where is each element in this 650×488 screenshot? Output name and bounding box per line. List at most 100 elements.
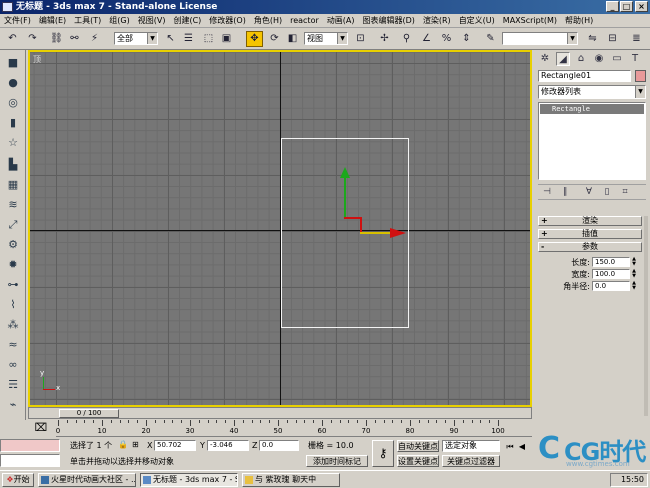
star-icon[interactable]: ☆ [4, 134, 22, 151]
reference-coordinate-dropdown[interactable]: 视图 ▼ [304, 32, 348, 45]
maxscript-output-field[interactable] [0, 454, 60, 467]
link-chain-icon[interactable]: ∞ [4, 356, 22, 373]
layer-manager-icon[interactable]: ≣ [628, 31, 645, 47]
clock[interactable]: 15:50 [621, 475, 644, 484]
rollout-rendering[interactable]: + 渲染 [538, 216, 642, 226]
motion-tab-icon[interactable]: ◉ [592, 52, 606, 66]
hierarchy-tab-icon[interactable]: ⌂ [574, 52, 588, 66]
menu-graph-editors[interactable]: 图表编辑器(D) [358, 14, 418, 27]
x-coordinate-field[interactable]: 50.702 [154, 440, 196, 451]
menu-group[interactable]: 组(G) [105, 14, 133, 27]
menu-file[interactable]: 文件(F) [0, 14, 35, 27]
display-tab-icon[interactable]: ▭ [610, 52, 624, 66]
auto-key-button[interactable]: 自动关键点 [397, 440, 439, 452]
menu-modifiers[interactable]: 修改器(O) [205, 14, 250, 27]
configure-sets-icon[interactable]: ⌗ [618, 186, 632, 199]
length-input[interactable]: 150.0 [592, 257, 630, 267]
cylinder-icon[interactable]: ▮ [4, 114, 22, 131]
key-mode-dropdown[interactable]: 选定对象 [442, 440, 500, 452]
menu-reactor[interactable]: reactor [286, 14, 323, 27]
task-3dsmax[interactable]: 无标题 - 3ds max 7 - St... [140, 473, 238, 487]
modifier-stack[interactable]: Rectangle [538, 102, 646, 180]
create-tab-icon[interactable]: ✲ [538, 52, 552, 66]
width-spinner[interactable]: ▲ ▼ [631, 269, 637, 279]
set-key-button[interactable]: 设置关键点 [397, 455, 439, 467]
panel-scrollbar[interactable] [644, 216, 648, 416]
y-coordinate-field[interactable]: -3.046 [207, 440, 249, 451]
bone-icon[interactable]: ⤢ [4, 216, 22, 233]
select-by-name-icon[interactable]: ☰ [180, 31, 197, 47]
manipulate-icon[interactable]: ✢ [376, 31, 393, 47]
stack-item-rectangle[interactable]: Rectangle [540, 104, 644, 114]
link-icon[interactable]: ⛓ [48, 31, 65, 47]
space-warp-icon[interactable]: ⊶ [4, 276, 22, 293]
task-chat[interactable]: 与 紫玫瑰 聊天中 [242, 473, 340, 487]
track-bar-icon[interactable]: ⌧ [30, 421, 52, 435]
particle-icon[interactable]: ⁂ [4, 316, 22, 333]
arrow-up-icon[interactable] [340, 167, 350, 178]
lock-selection-icon[interactable]: 🔒 [118, 440, 128, 450]
remove-modifier-icon[interactable]: ▯ [600, 186, 614, 199]
select-and-scale-icon[interactable]: ◧ [284, 31, 301, 47]
window-crossing-icon[interactable]: ▣ [218, 31, 235, 47]
key-filters-button[interactable]: 关键点过滤器 [442, 455, 500, 467]
rollout-parameters[interactable]: - 参数 [538, 242, 642, 252]
bind-space-warp-icon[interactable]: ⚡ [86, 31, 103, 47]
undo-icon[interactable]: ↶ [4, 31, 21, 47]
menu-views[interactable]: 视图(V) [134, 14, 170, 27]
menu-create[interactable]: 创建(C) [169, 14, 205, 27]
task-forum[interactable]: 火星时代动画大社区 - ... [38, 473, 136, 487]
z-coordinate-field[interactable]: 0.0 [259, 440, 299, 451]
show-end-result-icon[interactable]: ∥ [558, 186, 572, 199]
object-name-field[interactable]: Rectangle01 [538, 70, 631, 82]
wind-icon[interactable]: ☴ [4, 376, 22, 393]
menu-animation[interactable]: 动画(A) [323, 14, 359, 27]
named-selection-icon[interactable]: ✎ [482, 31, 499, 47]
length-spinner[interactable]: ▲ ▼ [631, 257, 637, 267]
stack-icon[interactable]: ≋ [4, 196, 22, 213]
select-object-icon[interactable]: ↖ [162, 31, 179, 47]
rect-selection-region-icon[interactable]: ⬚ [200, 31, 217, 47]
key-icon[interactable]: ⚷ [372, 440, 394, 467]
time-slider[interactable]: 0 / 100 [28, 407, 532, 419]
width-input[interactable]: 100.0 [592, 269, 630, 279]
add-time-tag-button[interactable]: 添加时间标记 [306, 455, 368, 467]
time-slider-thumb[interactable]: 0 / 100 [59, 409, 119, 418]
menu-edit[interactable]: 编辑(E) [35, 14, 70, 27]
previous-frame-icon[interactable]: ◀ [516, 441, 528, 452]
torus-icon[interactable]: ◎ [4, 94, 22, 111]
cube-icon[interactable]: ■ [4, 54, 22, 71]
app-icon[interactable] [2, 2, 13, 12]
object-color-swatch[interactable] [635, 70, 646, 82]
spring-icon[interactable]: ⌇ [4, 296, 22, 313]
sphere-icon[interactable]: ● [4, 74, 22, 91]
close-button[interactable]: × [635, 1, 648, 12]
move-gizmo-y-axis[interactable] [344, 175, 346, 219]
corner-radius-spinner[interactable]: ▲ ▼ [631, 281, 637, 291]
utilities-tab-icon[interactable]: T [628, 52, 642, 66]
track-bar[interactable]: 0 10 20 30 40 50 60 70 80 90 100 [56, 420, 532, 437]
start-button[interactable]: ❖开始 [2, 473, 34, 487]
menu-tools[interactable]: 工具(T) [70, 14, 105, 27]
rollout-interpolation[interactable]: + 插值 [538, 229, 642, 239]
selection-filter-dropdown[interactable]: 全部 ▼ [114, 32, 158, 45]
percent-snap-icon[interactable]: % [438, 31, 455, 47]
make-unique-icon[interactable]: ∀ [582, 186, 596, 199]
maximize-button[interactable]: □ [620, 1, 633, 12]
angle-snap-icon[interactable]: ∠ [418, 31, 435, 47]
mirror-icon[interactable]: ⇋ [584, 31, 601, 47]
pivot-center-icon[interactable]: ⊡ [352, 31, 369, 47]
select-and-move-icon[interactable]: ✥ [246, 31, 263, 47]
menu-rendering[interactable]: 渲染(R) [419, 14, 455, 27]
select-and-rotate-icon[interactable]: ⟳ [266, 31, 283, 47]
gear-icon[interactable]: ✹ [4, 256, 22, 273]
spinner-snap-icon[interactable]: ⇕ [458, 31, 475, 47]
menu-help[interactable]: 帮助(H) [561, 14, 597, 27]
modifier-list-dropdown[interactable]: 修改器列表 ▼ [538, 85, 646, 99]
modify-tab-icon[interactable]: ◢ [556, 52, 570, 66]
viewport-label[interactable]: 顶 [33, 54, 41, 65]
move-gizmo-xy-plane[interactable] [344, 217, 362, 233]
box-icon[interactable]: ▦ [4, 176, 22, 193]
text-shape-icon[interactable]: ▙ [4, 156, 22, 173]
unlink-icon[interactable]: ⚯ [66, 31, 83, 47]
